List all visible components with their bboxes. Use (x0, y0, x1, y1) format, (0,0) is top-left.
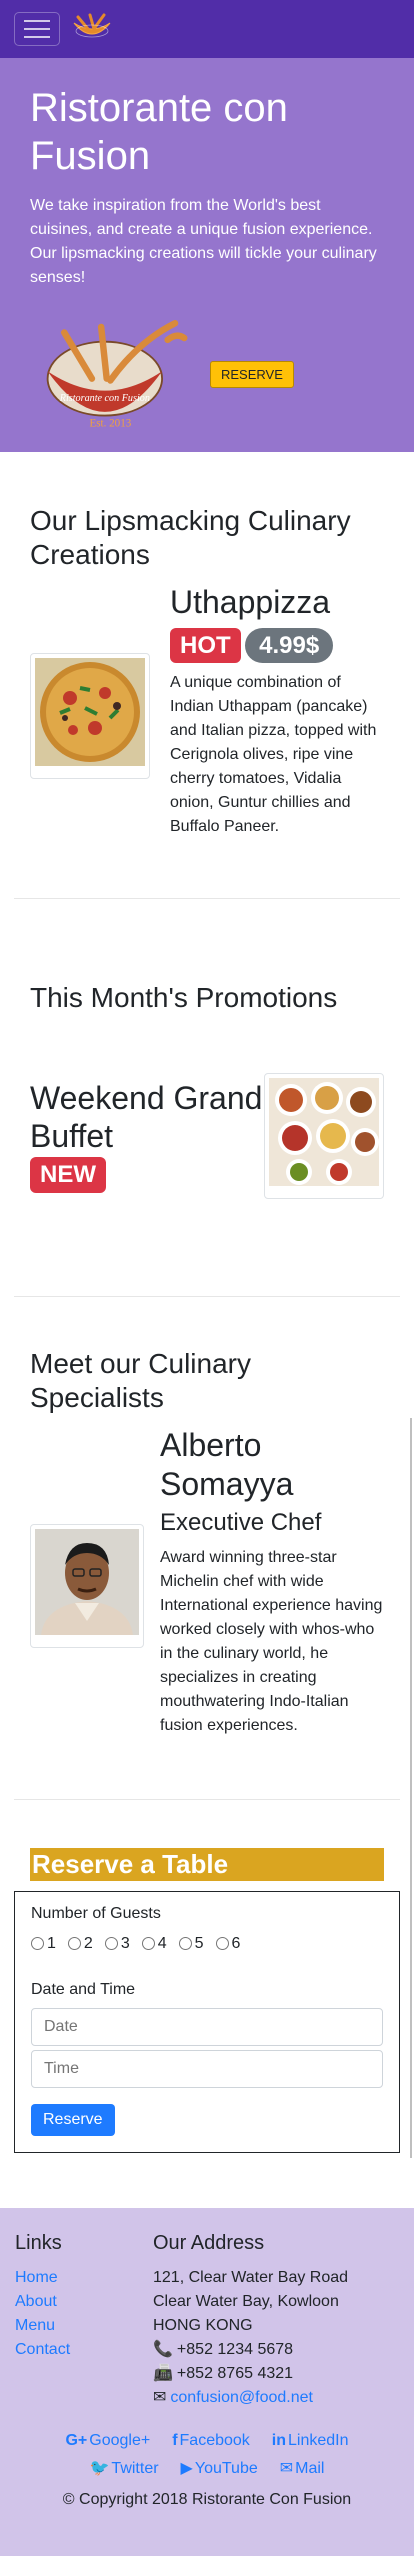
reserve-submit-button[interactable]: Reserve (31, 2103, 115, 2136)
radio-circle-icon (67, 1937, 81, 1950)
footer-link-about[interactable]: About (15, 2290, 153, 2314)
copyright: © Copyright 2018 Ristorante Con Fusion (62, 2491, 352, 2508)
promotion-section: This Month's Promotions Weekend Grand Bu… (0, 899, 414, 1296)
footer-address-title: Our Address (153, 2232, 265, 2254)
leader-name: Alberto Somayya (160, 1427, 294, 1502)
guests-radio-label: 3 (120, 1934, 130, 1952)
guests-radio-4[interactable]: 4 (141, 1932, 167, 1956)
promotion-image (264, 1072, 384, 1199)
guests-radio-label: 4 (157, 1934, 167, 1952)
pizza-image (35, 658, 145, 767)
leader-section: Meet our Culinary Specialists Alberto So… (0, 1297, 414, 1799)
buffet-image (269, 1077, 379, 1186)
guests-radio-label: 5 (194, 1934, 204, 1952)
guests-radio-label: 6 (231, 1934, 241, 1952)
promotion-name: Weekend Grand Buffet (30, 1079, 263, 1154)
dish-section-title: Our Lipsmacking Culinary Creations (30, 505, 351, 570)
reserve-button[interactable]: RESERVE (210, 360, 294, 388)
guests-radio-3[interactable]: 3 (104, 1932, 130, 1956)
radio-circle-icon (104, 1937, 118, 1950)
mail-icon: ✉ (279, 2460, 294, 2477)
radio-circle-icon (31, 1937, 44, 1950)
social-links: G+ Google+ f Facebook in LinkedIn (15, 2428, 399, 2454)
radio-circle-icon (178, 1937, 192, 1950)
facebook-icon: f (172, 2432, 178, 2449)
email-row: ✉ confusion@food.net (153, 2386, 348, 2410)
email-link[interactable]: confusion@food.net (170, 2386, 313, 2410)
dish-name: Uthappizza (170, 584, 331, 621)
datetime-label: Date and Time (31, 1980, 136, 1998)
footer-link-home[interactable]: Home (15, 2266, 153, 2290)
promotion-new-badge: NEW (30, 1157, 106, 1193)
facebook-link[interactable]: f Facebook (172, 2428, 250, 2454)
address-line-3: HONG KONG (153, 2317, 253, 2334)
google-plus-icon: G+ (65, 2432, 88, 2449)
dish-price-badge: 4.99$ (245, 627, 334, 663)
twitter-link[interactable]: 🐦 Twitter (90, 2456, 159, 2482)
guests-radio-label: 1 (47, 1934, 56, 1952)
jumbotron-title: Ristorante con Fusion (30, 86, 288, 178)
logo-est: Est. 2013 (89, 418, 131, 430)
address-line-1: 121, Clear Water Bay Road (153, 2269, 349, 2286)
promotion-section-title: This Month's Promotions (30, 982, 338, 1013)
guests-radio-6[interactable]: 6 (215, 1932, 241, 1956)
mail-link[interactable]: ✉ Mail (280, 2456, 325, 2482)
jumbotron: Ristorante con Fusion We take inspiratio… (0, 58, 414, 452)
guests-radio-5[interactable]: 5 (178, 1932, 204, 1956)
twitter-icon: 🐦 (89, 2460, 110, 2477)
footer-link-contact[interactable]: Contact (15, 2338, 153, 2362)
leader-designation: Executive Chef (160, 1508, 322, 1536)
guests-label: Number of Guests (31, 1904, 161, 1922)
guests-radio-2[interactable]: 2 (67, 1932, 93, 1956)
phone-row: 📞 +852 1234 5678 (153, 2338, 348, 2362)
social-links-row-2: 🐦 Twitter ▶ YouTube ✉ Mail (15, 2456, 399, 2482)
hamburger-menu-button[interactable] (14, 12, 60, 46)
phone-icon: 📞 (153, 2341, 173, 2358)
footer-link-menu[interactable]: Menu (15, 2314, 153, 2338)
footer-links-title: Links (15, 2232, 62, 2254)
youtube-link[interactable]: ▶ YouTube (181, 2456, 258, 2482)
time-input[interactable] (31, 2049, 383, 2088)
reservation-form: Number of Guests 1 2 3 4 5 6 Date and Time Re… (14, 1890, 400, 2153)
leader-image (30, 1524, 144, 1649)
footer: Links Home About Menu Contact Our Addres… (0, 2208, 414, 2556)
dish-hot-badge: HOT (170, 627, 241, 663)
envelope-icon: ✉ (153, 2389, 167, 2406)
chef-photo (35, 1529, 139, 1636)
navbar (0, 0, 414, 58)
youtube-icon: ▶ (180, 2460, 193, 2477)
jumbotron-tagline: We take inspiration from the World's bes… (30, 197, 377, 286)
guests-radio-1[interactable]: 1 (31, 1932, 56, 1956)
scrollbar[interactable] (410, 1418, 412, 2158)
radio-circle-icon (215, 1937, 229, 1950)
reservation-section: Reserve a Table Number of Guests 1 2 3 4 5 6 … (0, 1800, 414, 2153)
logo-text: Ristorante con Fusion (59, 393, 150, 404)
restaurant-logo-icon (73, 13, 111, 38)
brand-logo[interactable] (70, 9, 114, 49)
fax-row: 📠 +852 8765 4321 (153, 2362, 348, 2386)
dish-section: Our Lipsmacking Culinary Creations Uthap… (0, 452, 414, 898)
google-plus-link[interactable]: G+ Google+ (65, 2428, 150, 2454)
fax-icon: 📠 (153, 2365, 173, 2382)
restaurant-logo-large: Ristorante con Fusion Est. 2013 (46, 320, 188, 430)
phone-number: +852 1234 5678 (176, 2341, 294, 2358)
address-line-2: Clear Water Bay, Kowloon (153, 2293, 339, 2310)
guests-radio-label: 2 (83, 1934, 93, 1952)
fax-number: +852 8765 4321 (176, 2365, 294, 2382)
reservation-title: Reserve a Table (30, 1848, 384, 1881)
hamburger-icon (24, 20, 50, 22)
date-input[interactable] (31, 2007, 383, 2046)
dish-description: A unique combination of Indian Uthappam … (170, 673, 377, 835)
dish-image (30, 653, 150, 780)
leader-description: Award winning three-star Michelin chef w… (160, 1548, 383, 1734)
linkedin-link[interactable]: in LinkedIn (272, 2428, 349, 2454)
radio-circle-icon (141, 1937, 155, 1950)
guests-radio-group: 1 2 3 4 5 6 (31, 1932, 383, 1956)
leader-section-title: Meet our Culinary Specialists (30, 1348, 251, 1413)
linkedin-icon: in (271, 2432, 287, 2449)
